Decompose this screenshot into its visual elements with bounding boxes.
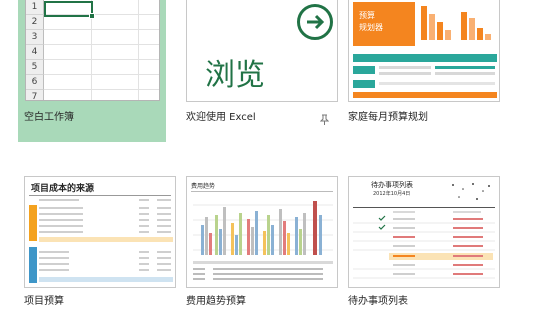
row-header: 2 <box>26 15 44 30</box>
fill-handle <box>89 13 95 19</box>
row-header: 6 <box>26 75 44 90</box>
expense-trend-table <box>193 261 333 280</box>
template-label-blank-workbook: 空白工作簿 <box>24 112 74 123</box>
budget-title-1: 预算 <box>359 11 375 20</box>
row-header: 1 <box>26 0 44 15</box>
pin-icon[interactable] <box>319 114 330 128</box>
template-card-home-budget[interactable]: 预算 规划器 <box>348 0 500 102</box>
budget-mini-charts <box>421 6 491 40</box>
arrow-circle-icon <box>297 4 333 40</box>
row-header: 4 <box>26 45 44 60</box>
template-label-welcome: 欢迎使用 Excel <box>186 112 256 123</box>
row-header: 3 <box>26 30 44 45</box>
todo-date: 2012年10月4日 <box>373 191 411 197</box>
active-cell <box>44 1 93 17</box>
project-budget-title: 项目成本的来源 <box>31 184 95 194</box>
blank-workbook-thumbnail: 1 2 3 4 5 6 7 <box>25 0 160 101</box>
row-header: 5 <box>26 60 44 75</box>
template-label-expense-trend: 费用趋势预算 <box>186 296 246 307</box>
todo-list-rows <box>353 211 495 279</box>
template-label-home-budget: 家庭每月预算规划 <box>348 112 428 123</box>
template-card-expense-trend[interactable]: 费用趋势 <box>186 176 338 288</box>
budget-title-block: 预算 规划器 <box>353 2 415 46</box>
todo-sketch <box>452 183 490 200</box>
row-header: 7 <box>26 90 44 100</box>
tour-text: 浏览 <box>205 58 265 93</box>
expense-trend-chart <box>193 201 333 255</box>
template-card-todo-list[interactable]: 待办事项列表 2012年10月4日 <box>348 176 500 288</box>
project-budget-table <box>39 199 173 282</box>
template-card-welcome[interactable]: 浏览 <box>186 0 338 102</box>
template-label-todo-list: 待办事项列表 <box>348 296 408 307</box>
expense-trend-title: 费用趋势 <box>191 183 216 190</box>
budget-title-2: 规划器 <box>359 23 383 32</box>
template-label-project-budget: 项目预算 <box>24 296 64 307</box>
todo-title: 待办事项列表 <box>371 181 413 189</box>
template-card-project-budget[interactable]: 项目成本的来源 <box>24 176 176 288</box>
